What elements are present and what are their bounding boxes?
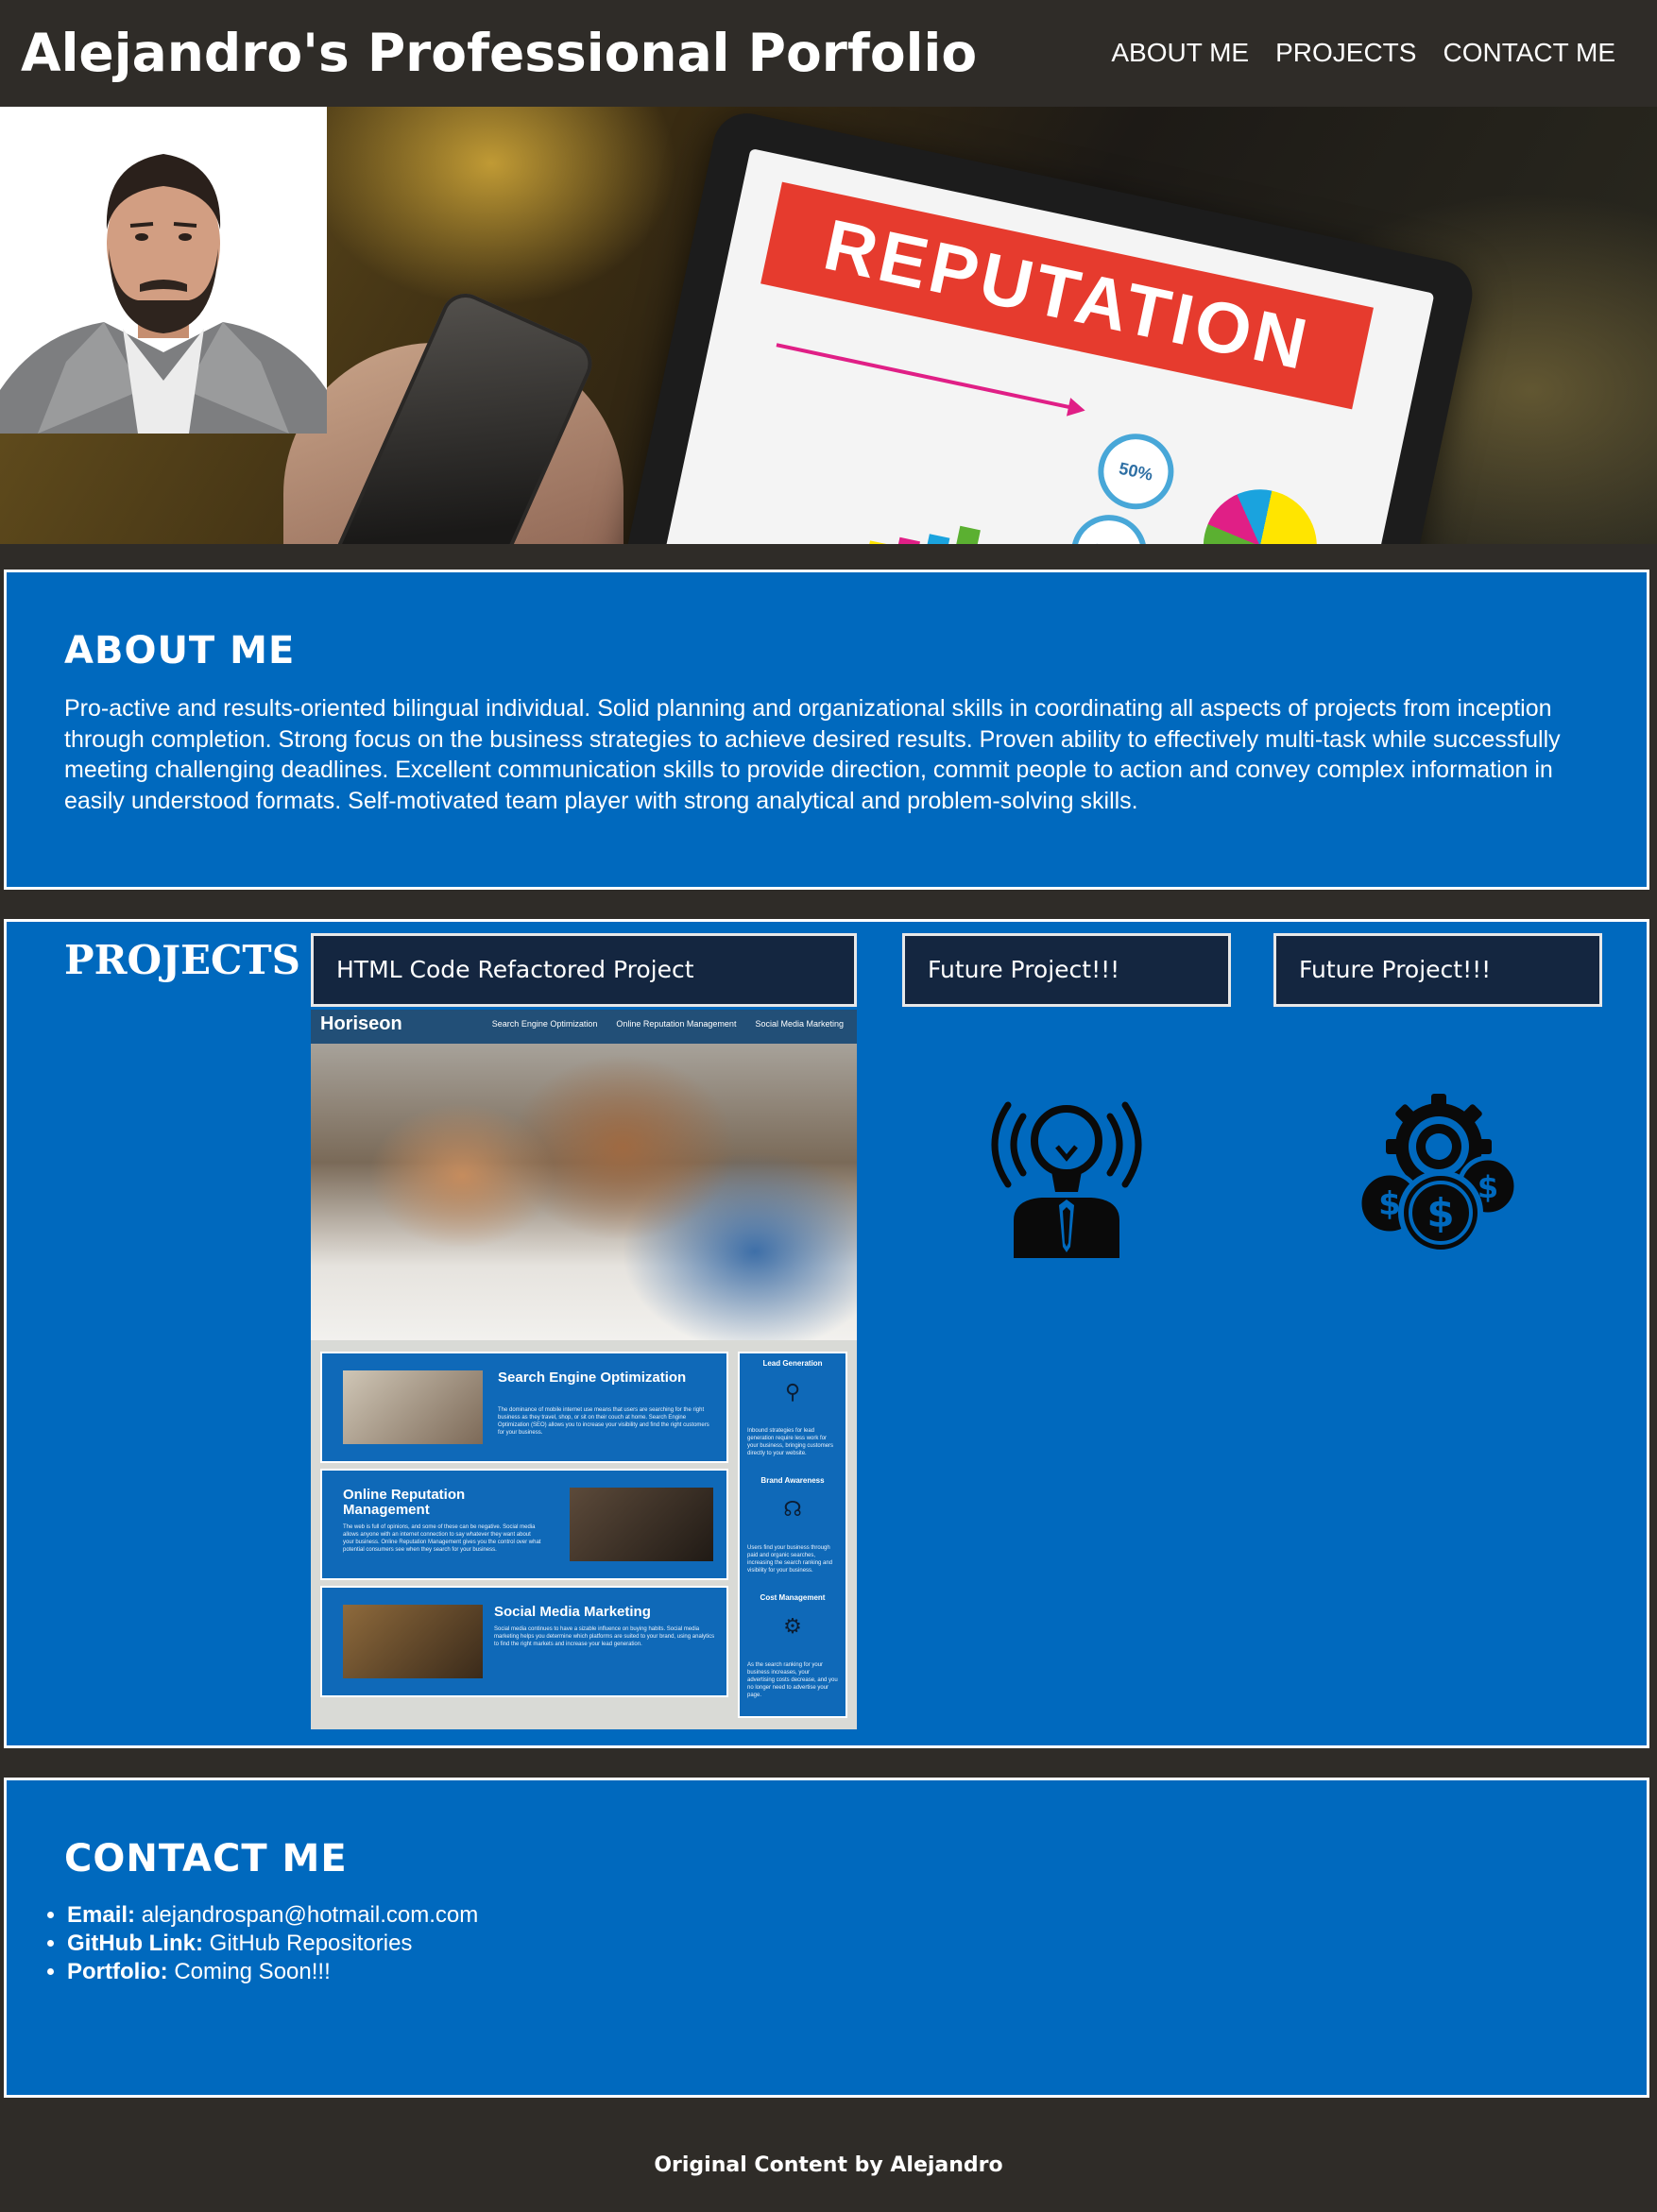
avatar <box>0 107 327 434</box>
shot-section-text: Social media continues to have a sizable… <box>494 1626 715 1647</box>
shot-section-heading: Social Media Marketing <box>494 1604 651 1620</box>
contact-label: Portfolio: <box>67 1959 168 1984</box>
svg-text:$: $ <box>1478 1169 1498 1205</box>
svg-text:$: $ <box>1426 1190 1454 1236</box>
shot-sidebar-heading: Brand Awareness <box>760 1476 825 1485</box>
shot-navbar: Horiseon Search Engine Optimization Onli… <box>311 1010 857 1044</box>
nav-link-about-me[interactable]: ABOUT ME <box>1111 34 1249 72</box>
lightbulb-person-icon <box>991 1101 1142 1258</box>
ring-50-percent: 50% <box>1090 426 1181 517</box>
project-card-title-3[interactable]: Future Project!!! <box>1273 933 1602 1007</box>
projects-section: PROJECTS HTML Code Refactored Project Fu… <box>4 919 1649 1748</box>
shot-sidebar-text: Inbound strategies for lead generation r… <box>747 1428 834 1456</box>
shot-nav-link: Online Reputation Management <box>616 1019 737 1029</box>
tablet-bar-chart <box>706 465 1129 544</box>
shot-section-heading: Online Reputation Management <box>343 1487 466 1518</box>
svg-text:$: $ <box>1378 1185 1401 1223</box>
contact-label: Email: <box>67 1902 136 1928</box>
gear-money-icon: $ $ $ <box>1357 1094 1519 1255</box>
nav-link-projects[interactable]: PROJECTS <box>1275 34 1416 72</box>
site-title: Alejandro's Professional Porfolio <box>21 23 978 83</box>
footer-text: Original Content by Alejandro <box>654 2153 1003 2177</box>
site-footer: Original Content by Alejandro <box>0 2104 1657 2212</box>
cost-management-icon: ⚙ <box>783 1615 802 1639</box>
shot-section-smm: Social Media Marketing Social media cont… <box>320 1586 728 1697</box>
shot-section-text: The web is full of opinions, and some of… <box>343 1524 541 1553</box>
contact-heading: CONTACT ME <box>64 1837 348 1880</box>
main-nav: ABOUT ME PROJECTS CONTACT ME <box>1111 34 1615 72</box>
shot-sidebar-text: Users find your business through paid an… <box>747 1545 833 1574</box>
email-link[interactable]: alejandrospan@hotmail.com.com <box>142 1902 479 1928</box>
contact-item-email: Email: alejandrospan@hotmail.com.com <box>67 1901 478 1930</box>
shot-nav-links: Search Engine Optimization Online Reputa… <box>492 1019 844 1029</box>
site-header: Alejandro's Professional Porfolio ABOUT … <box>0 0 1657 107</box>
shot-nav-link: Social Media Marketing <box>755 1019 844 1029</box>
reputation-banner: REPUTATION <box>760 181 1374 410</box>
project-screenshot-horiseon[interactable]: Horiseon Search Engine Optimization Onli… <box>311 1010 857 1729</box>
contact-section: CONTACT ME Email: alejandrospan@hotmail.… <box>4 1778 1649 2098</box>
hero-tablet: REPUTATION 50% 20% <box>618 107 1479 544</box>
shot-nav-link: Search Engine Optimization <box>491 1019 598 1029</box>
shot-hero-image <box>311 1044 857 1340</box>
about-text: Pro-active and results-oriented bilingua… <box>64 695 1561 814</box>
tablet-screen: REPUTATION 50% 20% <box>663 147 1435 544</box>
shot-section-text: The dominance of mobile internet use mea… <box>498 1407 709 1436</box>
trend-arrow-icon <box>776 343 1073 410</box>
project-card-title-1[interactable]: HTML Code Refactored Project <box>311 933 857 1007</box>
ring-20-percent: 20% <box>1064 507 1154 544</box>
about-section: ABOUT ME Pro-active and results-oriented… <box>4 570 1649 890</box>
shot-smm-image <box>343 1605 483 1678</box>
shot-seo-image <box>343 1370 483 1444</box>
shot-sidebar: Lead Generation ⚲ Inbound strategies for… <box>738 1352 847 1718</box>
shot-orm-image <box>570 1488 713 1561</box>
project-card-title-2[interactable]: Future Project!!! <box>902 933 1231 1007</box>
nav-link-contact-me[interactable]: CONTACT ME <box>1443 34 1615 72</box>
shot-sidebar-heading: Cost Management <box>760 1593 826 1602</box>
projects-heading: PROJECTS <box>64 937 300 983</box>
tablet-pie-chart <box>1192 479 1328 544</box>
contact-list: Email: alejandrospan@hotmail.com.com Git… <box>41 1901 478 1986</box>
profile-photo <box>0 107 327 434</box>
lead-generation-icon: ⚲ <box>784 1381 801 1404</box>
contact-label: GitHub Link: <box>67 1931 203 1956</box>
shot-brand: Horiseon <box>320 1013 402 1034</box>
contact-item-portfolio: Portfolio: Coming Soon!!! <box>67 1958 478 1986</box>
shot-sidebar-heading: Lead Generation <box>762 1359 823 1368</box>
contact-item-github: GitHub Link: GitHub Repositories <box>67 1930 478 1958</box>
shot-section-seo: Search Engine Optimization The dominance… <box>320 1352 728 1463</box>
shot-section-orm: Online Reputation Management The web is … <box>320 1469 728 1580</box>
github-link[interactable]: GitHub Repositories <box>210 1931 413 1956</box>
portfolio-value: Coming Soon!!! <box>174 1959 331 1984</box>
about-heading: ABOUT ME <box>64 629 296 672</box>
shot-section-heading: Search Engine Optimization <box>498 1370 687 1386</box>
brand-awareness-icon: ☊ <box>783 1498 802 1522</box>
shot-sidebar-text: As the search ranking for your business … <box>747 1662 838 1698</box>
